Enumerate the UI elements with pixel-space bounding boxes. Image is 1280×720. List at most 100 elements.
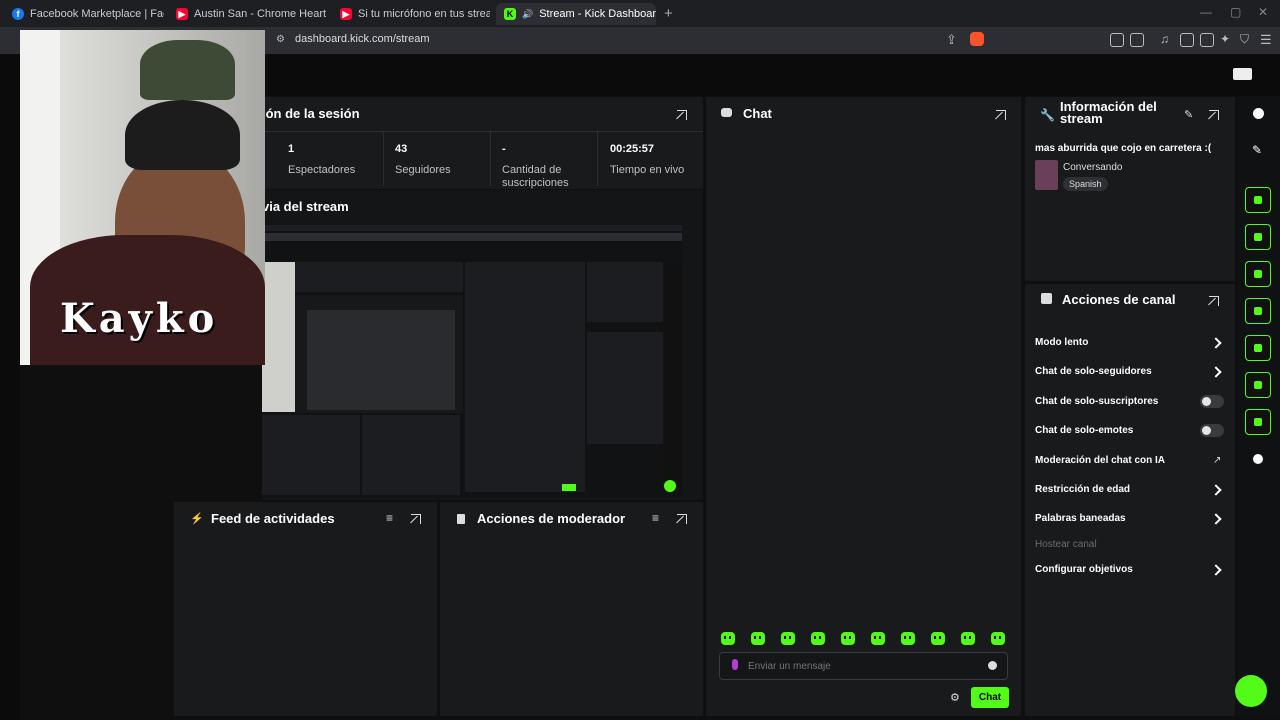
rail-button-5[interactable] — [1245, 335, 1271, 361]
emote-icon[interactable] — [961, 632, 975, 645]
emote-icon[interactable] — [751, 632, 765, 645]
action-slow-mode[interactable]: Modo lento — [1035, 337, 1088, 348]
live-time-label: Tiempo en vivo — [610, 164, 685, 176]
close-window-icon[interactable]: ✕ — [1258, 5, 1268, 19]
subscribers-only-toggle[interactable] — [1200, 395, 1224, 408]
emote-icon[interactable] — [781, 632, 795, 645]
minimize-icon[interactable]: — — [1200, 5, 1212, 19]
tab-title: Stream - Kick Dashboard — [539, 8, 656, 20]
browser-tab-bar: f Facebook Marketplace | Facebook ▶ Aust… — [0, 0, 1280, 27]
edit-icon[interactable]: ✎ — [1252, 143, 1262, 157]
action-followers-only[interactable]: Chat de solo-seguidores — [1035, 366, 1152, 377]
chat-title: Chat — [743, 106, 772, 121]
more-icon[interactable] — [1253, 454, 1263, 464]
info-icon[interactable] — [1253, 108, 1264, 119]
vpn-icon[interactable]: ⛉ — [1240, 32, 1249, 47]
popout-icon[interactable] — [1209, 296, 1219, 306]
popout-icon[interactable] — [996, 110, 1006, 120]
maximize-icon[interactable]: ▢ — [1230, 5, 1241, 19]
site-info-icon[interactable]: ⚙ — [276, 34, 285, 45]
emotes-only-toggle[interactable] — [1200, 424, 1224, 437]
followers-label: Seguidores — [395, 164, 451, 176]
menu-icon[interactable]: ☰ — [1260, 32, 1272, 48]
stream-title-text: mas aburrida que cojo en carretera :( — [1035, 143, 1212, 154]
tab-title: Austin San - Chrome Hearts (Video O — [194, 8, 326, 20]
rail-button-3[interactable] — [1245, 261, 1271, 287]
rail-button-6[interactable] — [1245, 372, 1271, 398]
filter-icon[interactable]: ≡ — [386, 511, 393, 525]
filter-icon[interactable]: ≡ — [652, 511, 659, 525]
rail-button-1[interactable] — [1245, 187, 1271, 213]
webcam-overlay-text: Kayko — [60, 295, 219, 342]
activity-feed-panel — [174, 502, 437, 716]
external-link-icon[interactable]: ↗ — [1213, 455, 1221, 466]
emoji-icon[interactable] — [988, 661, 997, 670]
tab-kick-dashboard[interactable]: K 🔊 Stream - Kick Dashboard ✕ — [496, 3, 656, 25]
action-subscribers-only: Chat de solo-suscriptores — [1035, 396, 1159, 407]
share-icon[interactable]: ⇪ — [946, 32, 957, 48]
emote-icon[interactable] — [841, 632, 855, 645]
action-ai-moderation[interactable]: Moderación del chat con IA — [1035, 455, 1165, 466]
popout-icon[interactable] — [411, 514, 421, 524]
send-chat-button[interactable]: Chat — [971, 687, 1009, 708]
facebook-icon: f — [12, 8, 24, 20]
screenshot-icon[interactable] — [1130, 33, 1144, 47]
moderator-actions-panel — [440, 502, 703, 716]
chat-panel — [706, 97, 1021, 716]
tab-title: Si tu micrófono en tus streams se esc — [358, 8, 490, 20]
extensions-icon[interactable] — [1110, 33, 1124, 47]
tab-title: Facebook Marketplace | Facebook — [30, 8, 164, 20]
rail-button-4[interactable] — [1245, 298, 1271, 324]
youtube-icon: ▶ — [340, 8, 352, 20]
wallet-icon[interactable] — [1200, 33, 1214, 47]
speaker-icon: 🔊 — [522, 8, 534, 19]
chat-bubble-icon — [721, 108, 732, 117]
left-nav — [0, 96, 20, 720]
tab-facebook[interactable]: f Facebook Marketplace | Facebook — [4, 3, 164, 25]
tab-youtube-1[interactable]: ▶ Austin San - Chrome Hearts (Video O — [168, 3, 326, 25]
new-tab-icon[interactable]: + — [664, 5, 673, 22]
emote-icon[interactable] — [811, 632, 825, 645]
popout-icon[interactable] — [677, 514, 687, 524]
url-field[interactable]: dashboard.kick.com/stream — [295, 33, 430, 45]
lightning-icon: ⚡ — [190, 513, 204, 525]
sidebar-icon[interactable] — [1180, 33, 1194, 47]
action-age-restriction[interactable]: Restricción de edad — [1035, 484, 1130, 495]
webcam-overlay: Kayko — [20, 30, 265, 365]
viewers-label: Espectadores — [288, 164, 356, 176]
live-time: 00:25:57 — [610, 143, 655, 155]
subs-count: - — [502, 143, 506, 155]
session-stats — [262, 131, 703, 189]
brave-shield-icon[interactable] — [970, 32, 984, 46]
action-configure-goals[interactable]: Configurar objetivos — [1035, 564, 1133, 575]
edit-icon[interactable]: ✎ — [1184, 108, 1193, 121]
rail-button-2[interactable] — [1245, 224, 1271, 250]
microphone-icon[interactable] — [732, 659, 738, 670]
emote-icon[interactable] — [931, 632, 945, 645]
popout-icon[interactable] — [677, 110, 687, 120]
kick-icon: K — [504, 8, 516, 20]
subs-label: Cantidad de suscripciones — [502, 164, 569, 189]
popout-icon[interactable] — [1209, 110, 1219, 120]
channel-actions-title: Acciones de canal — [1062, 292, 1176, 307]
action-banned-words[interactable]: Palabras baneadas — [1035, 513, 1126, 524]
gear-icon[interactable]: ⚙ — [950, 691, 960, 704]
leo-ai-icon[interactable]: ✦ — [1220, 32, 1230, 46]
emote-icon[interactable] — [721, 632, 735, 645]
category-name[interactable]: Conversando — [1063, 162, 1122, 173]
tab-youtube-2[interactable]: ▶ Si tu micrófono en tus streams se esc — [332, 3, 490, 25]
music-icon[interactable]: ♫ — [1160, 32, 1169, 46]
emote-icon[interactable] — [991, 632, 1005, 645]
support-chat-icon[interactable] — [1235, 675, 1267, 707]
rail-button-7[interactable] — [1245, 409, 1271, 435]
emote-icon[interactable] — [871, 632, 885, 645]
stream-preview-video[interactable] — [262, 225, 682, 497]
stream-info-title: Información del stream — [1060, 99, 1157, 126]
inbox-icon[interactable] — [1233, 68, 1252, 80]
channel-icon — [1041, 293, 1052, 304]
chat-message-input[interactable] — [748, 657, 968, 675]
followers-count: 43 — [395, 143, 408, 155]
emote-icon[interactable] — [901, 632, 915, 645]
action-host-channel: Hostear canal — [1035, 539, 1097, 550]
session-title: ión de la sesión — [262, 106, 360, 121]
